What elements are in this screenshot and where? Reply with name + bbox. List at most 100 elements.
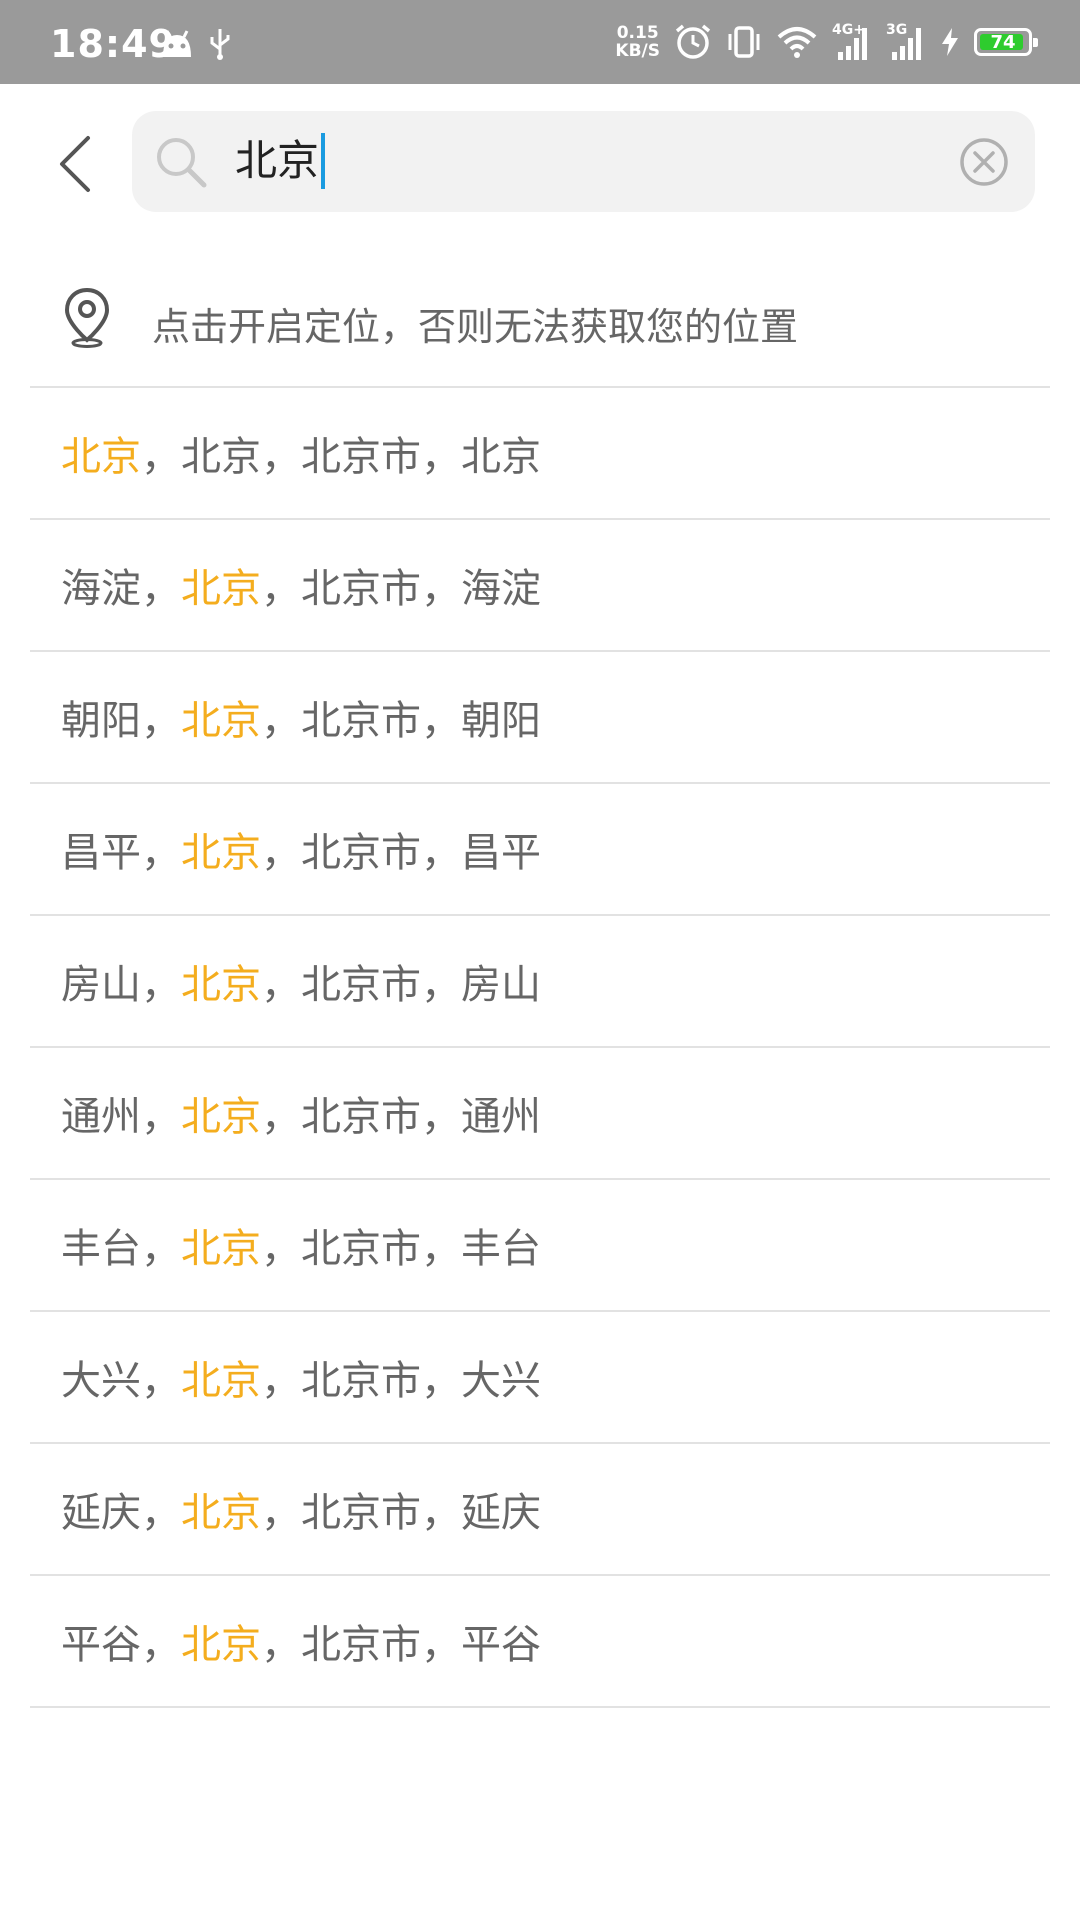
signal-4g: 4G+: [832, 22, 872, 62]
result-item[interactable]: 北京，北京，北京市，北京: [30, 388, 1050, 520]
result-separator: ，: [261, 962, 301, 1008]
enable-location-row[interactable]: 点击开启定位，否则无法获取您的位置: [30, 260, 1050, 388]
result-part: 通州: [461, 1094, 541, 1140]
result-separator: ，: [421, 1358, 461, 1404]
alarm-icon: [675, 24, 711, 59]
wifi-icon: [777, 27, 817, 58]
result-separator: ，: [141, 1622, 181, 1668]
result-separator: ，: [421, 1622, 461, 1668]
result-part-highlight: 北京: [181, 1490, 261, 1536]
result-part: 延庆: [61, 1490, 141, 1536]
result-part: 北京市: [301, 434, 421, 480]
result-separator: ，: [141, 1094, 181, 1140]
result-part: 丰台: [61, 1226, 141, 1272]
result-separator: ，: [261, 1622, 301, 1668]
result-part: 北京市: [301, 1622, 421, 1668]
location-prompt-text: 点击开启定位，否则无法获取您的位置: [152, 305, 799, 349]
result-item[interactable]: 海淀，北京，北京市，海淀: [30, 520, 1050, 652]
result-item[interactable]: 延庆，北京，北京市，延庆: [30, 1444, 1050, 1576]
clear-button[interactable]: [959, 137, 1009, 187]
result-separator: ，: [141, 566, 181, 612]
result-part-highlight: 北京: [181, 1094, 261, 1140]
result-part: 昌平: [461, 830, 541, 876]
result-part: 海淀: [61, 566, 141, 612]
result-part: 北京市: [301, 566, 421, 612]
result-part-highlight: 北京: [181, 1358, 261, 1404]
result-part: 朝阳: [61, 698, 141, 744]
result-part-highlight: 北京: [181, 830, 261, 876]
result-separator: ，: [421, 1226, 461, 1272]
result-part-highlight: 北京: [181, 1622, 261, 1668]
result-part: 海淀: [461, 566, 541, 612]
chevron-left-icon: [60, 136, 90, 192]
search-input[interactable]: 北京: [235, 133, 326, 189]
result-separator: ，: [261, 1094, 301, 1140]
result-part: 大兴: [61, 1358, 141, 1404]
result-part-highlight: 北京: [181, 566, 261, 612]
result-part: 朝阳: [461, 698, 541, 744]
result-separator: ，: [141, 1490, 181, 1536]
network-speed: 0.15 KB/S: [615, 23, 660, 61]
clear-icon: [960, 138, 1008, 186]
result-part: 北京市: [301, 1226, 421, 1272]
result-part: 丰台: [461, 1226, 541, 1272]
result-part-highlight: 北京: [181, 1226, 261, 1272]
result-separator: ，: [261, 1226, 301, 1272]
result-part-highlight: 北京: [61, 434, 141, 480]
status-right-icons: 0.15 KB/S 4G+ 3G 74: [615, 18, 1038, 66]
result-separator: ，: [141, 830, 181, 876]
battery-icon: 74: [974, 28, 1038, 56]
result-separator: ，: [421, 434, 461, 480]
result-item[interactable]: 昌平，北京，北京市，昌平: [30, 784, 1050, 916]
result-part: 北京市: [301, 698, 421, 744]
result-item[interactable]: 平谷，北京，北京市，平谷: [30, 1576, 1050, 1708]
result-separator: ，: [141, 1226, 181, 1272]
result-part: 延庆: [461, 1490, 541, 1536]
result-part: 通州: [61, 1094, 141, 1140]
result-separator: ，: [261, 1358, 301, 1404]
search-query: 北京: [235, 136, 320, 185]
back-button[interactable]: [36, 124, 116, 204]
result-separator: ，: [261, 434, 301, 480]
result-part: 北京市: [301, 830, 421, 876]
result-separator: ，: [421, 698, 461, 744]
result-separator: ，: [261, 1490, 301, 1536]
result-separator: ，: [261, 830, 301, 876]
result-item[interactable]: 丰台，北京，北京市，丰台: [30, 1180, 1050, 1312]
signal-3g: 3G: [886, 22, 926, 62]
result-separator: ，: [141, 1358, 181, 1404]
result-item[interactable]: 通州，北京，北京市，通州: [30, 1048, 1050, 1180]
result-part: 房山: [61, 962, 141, 1008]
search-box[interactable]: 北京: [132, 111, 1035, 212]
result-separator: ，: [261, 566, 301, 612]
text-cursor: [321, 133, 326, 189]
result-separator: ，: [141, 434, 181, 480]
location-pin-icon: [64, 287, 110, 348]
result-part: 北京: [181, 434, 261, 480]
result-part: 房山: [461, 962, 541, 1008]
result-item[interactable]: 房山，北京，北京市，房山: [30, 916, 1050, 1048]
result-part: 大兴: [461, 1358, 541, 1404]
result-separator: ，: [261, 698, 301, 744]
usb-icon: [210, 29, 230, 60]
result-separator: ，: [421, 566, 461, 612]
result-part: 昌平: [61, 830, 141, 876]
status-bar: 18:49 0.15 KB/S 4G+ 3G 74: [0, 0, 1080, 84]
result-item[interactable]: 大兴，北京，北京市，大兴: [30, 1312, 1050, 1444]
result-part-highlight: 北京: [181, 962, 261, 1008]
result-part: 北京市: [301, 1490, 421, 1536]
status-left-icons: [160, 26, 232, 62]
result-part: 北京市: [301, 962, 421, 1008]
result-separator: ，: [421, 1094, 461, 1140]
result-part: 北京: [461, 434, 541, 480]
result-part-highlight: 北京: [181, 698, 261, 744]
result-list: 北京，北京，北京市，北京 海淀，北京，北京市，海淀 朝阳，北京，北京市，朝阳 昌平，北…: [30, 388, 1050, 1708]
result-part: 北京市: [301, 1094, 421, 1140]
vibrate-icon: [728, 26, 760, 58]
result-separator: ，: [421, 962, 461, 1008]
result-part: 平谷: [461, 1622, 541, 1668]
result-part: 平谷: [61, 1622, 141, 1668]
search-header: 北京: [0, 84, 1080, 244]
result-item[interactable]: 朝阳，北京，北京市，朝阳: [30, 652, 1050, 784]
android-icon: [163, 30, 191, 57]
